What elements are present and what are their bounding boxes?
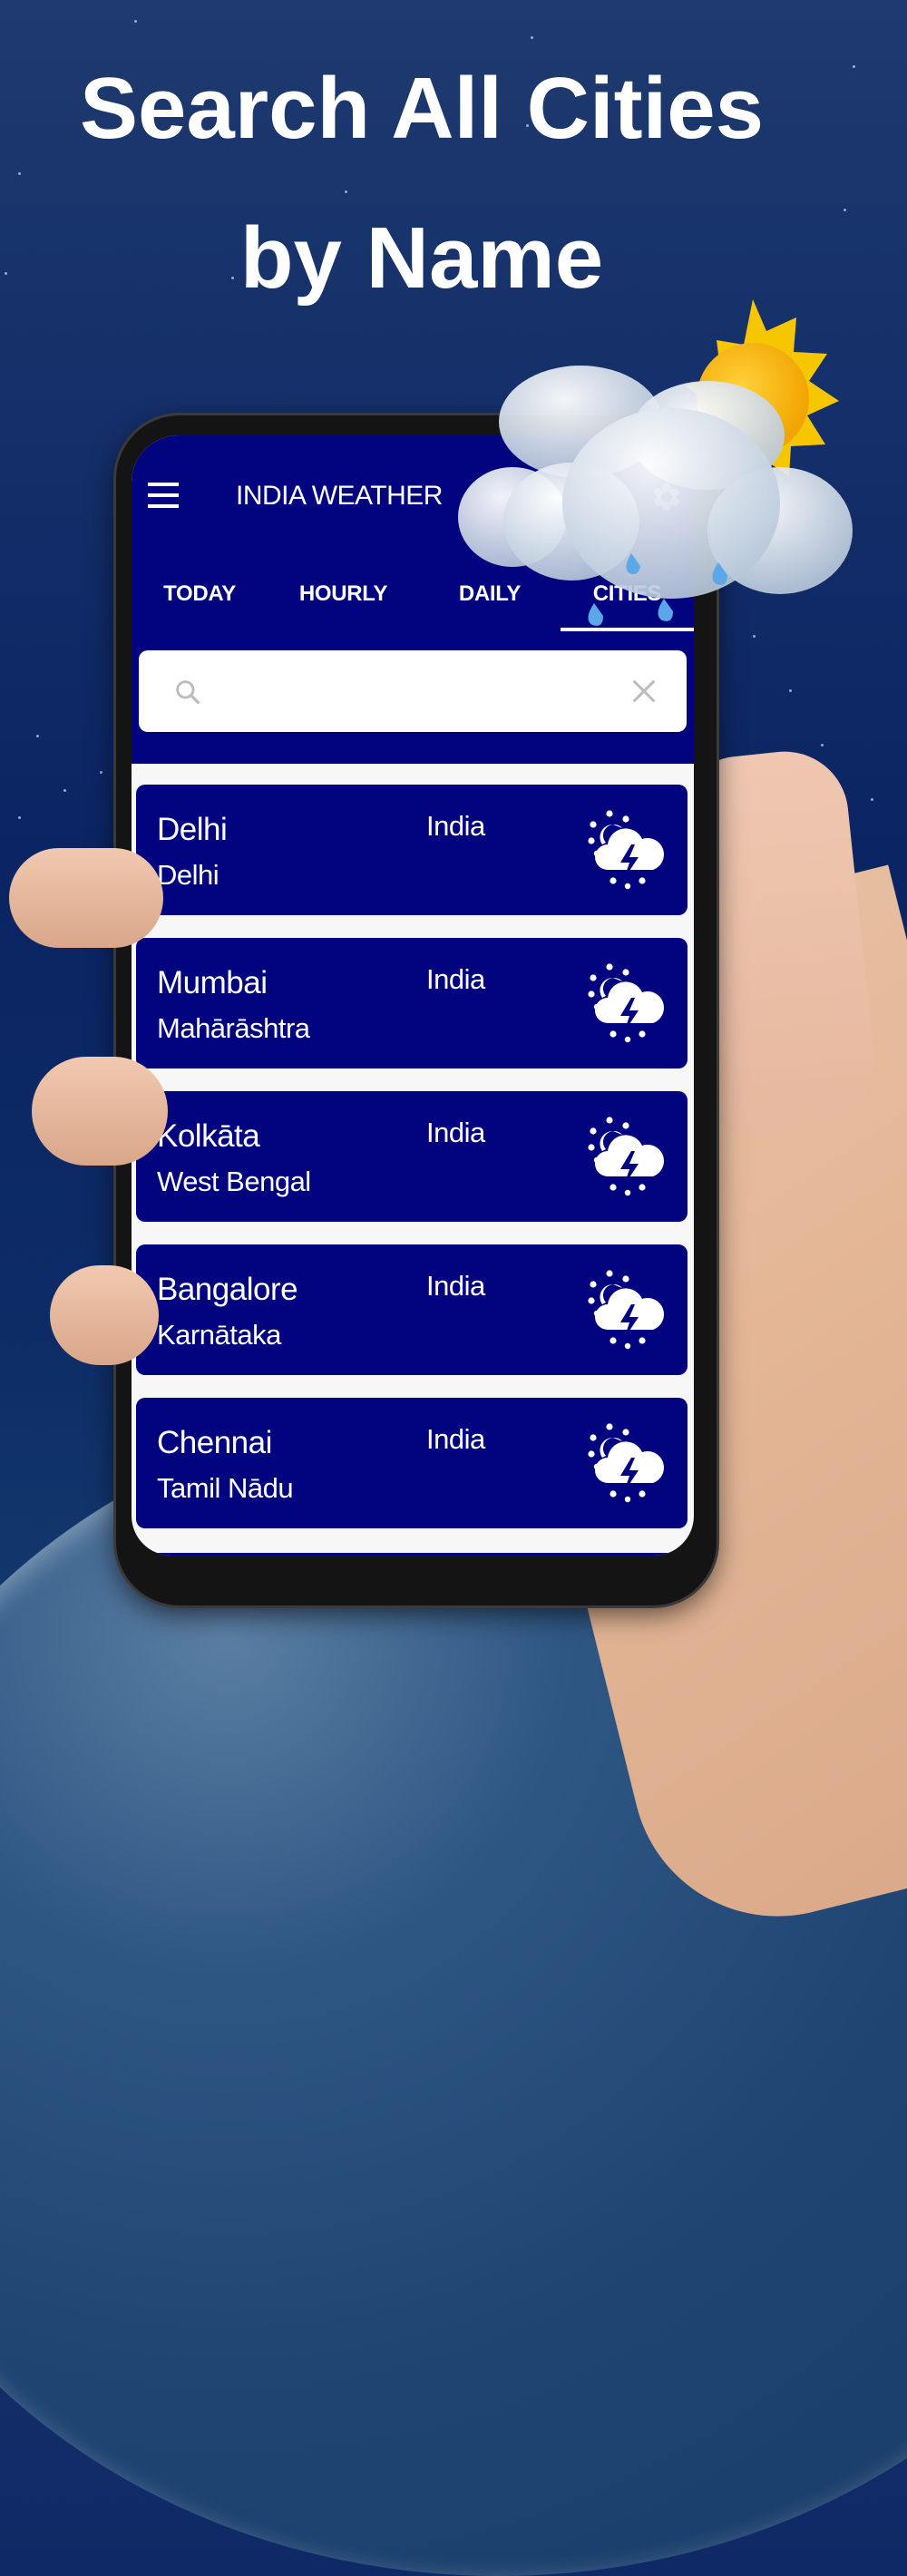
city-country: India [426,963,485,995]
tab-today[interactable]: TODAY [132,571,268,628]
app-bar: INDIA WEATHER भारत मौसम TODAY HOURLY DAI… [132,435,694,764]
hamburger-menu-icon[interactable] [148,483,179,508]
city-region: Delhi [157,859,219,891]
city-name: Bangalore [157,1272,298,1307]
city-search-box [139,650,687,732]
app-screen: INDIA WEATHER भारत मौसम TODAY HOURLY DAI… [132,435,694,1556]
tab-hourly[interactable]: HOURLY [268,571,419,628]
app-title: INDIA WEATHER [236,481,443,511]
thunderstorm-partly-sunny-icon [582,1418,669,1505]
city-search-input[interactable] [220,668,605,716]
hand-finger [50,1265,159,1365]
tab-bar: TODAY HOURLY DAILY CITIES [132,571,694,628]
city-list-item[interactable]: Bangalore Karnātaka India [136,1244,688,1375]
thunderstorm-partly-sunny-icon [582,958,669,1045]
city-region: Karnātaka [157,1319,281,1351]
gear-icon[interactable] [649,479,685,515]
active-tab-indicator [561,628,694,631]
city-list-item[interactable]: Mumbai Mahārāshtra India [136,938,688,1068]
city-country: India [426,1117,485,1148]
city-region: Tamil Nādu [157,1472,294,1504]
hand-finger [32,1057,168,1166]
close-icon[interactable] [629,676,659,707]
promo-headline-line1: Search All Cities [79,60,765,157]
city-list: Delhi Delhi India Mumbai Mahārāshtra Ind… [136,785,689,1551]
tab-cities[interactable]: CITIES [561,571,694,628]
thunderstorm-partly-sunny-icon [582,805,669,892]
city-name: Delhi [157,812,228,847]
city-list-item[interactable]: Kolkāta West Bengal India [136,1091,688,1222]
next-card-peek [132,1553,694,1556]
search-icon [176,680,200,704]
city-name: Mumbai [157,965,268,1000]
hand-finger [9,848,163,948]
city-name: Kolkāta [157,1118,260,1154]
thunderstorm-partly-sunny-icon [582,1264,669,1351]
city-country: India [426,810,485,842]
tab-daily[interactable]: DAILY [419,571,561,628]
city-region: Mahārāshtra [157,1012,310,1044]
city-list-item[interactable]: Chennai Tamil Nādu India [136,1398,688,1528]
city-country: India [426,1423,485,1455]
city-country: India [426,1270,485,1302]
city-list-item[interactable]: Delhi Delhi India [136,785,688,915]
city-name: Chennai [157,1425,272,1460]
promo-headline-line2: by Name [239,210,604,307]
thunderstorm-partly-sunny-icon [582,1111,669,1198]
city-region: West Bengal [157,1166,311,1197]
hindi-app-title: भारत मौसम [508,485,619,515]
